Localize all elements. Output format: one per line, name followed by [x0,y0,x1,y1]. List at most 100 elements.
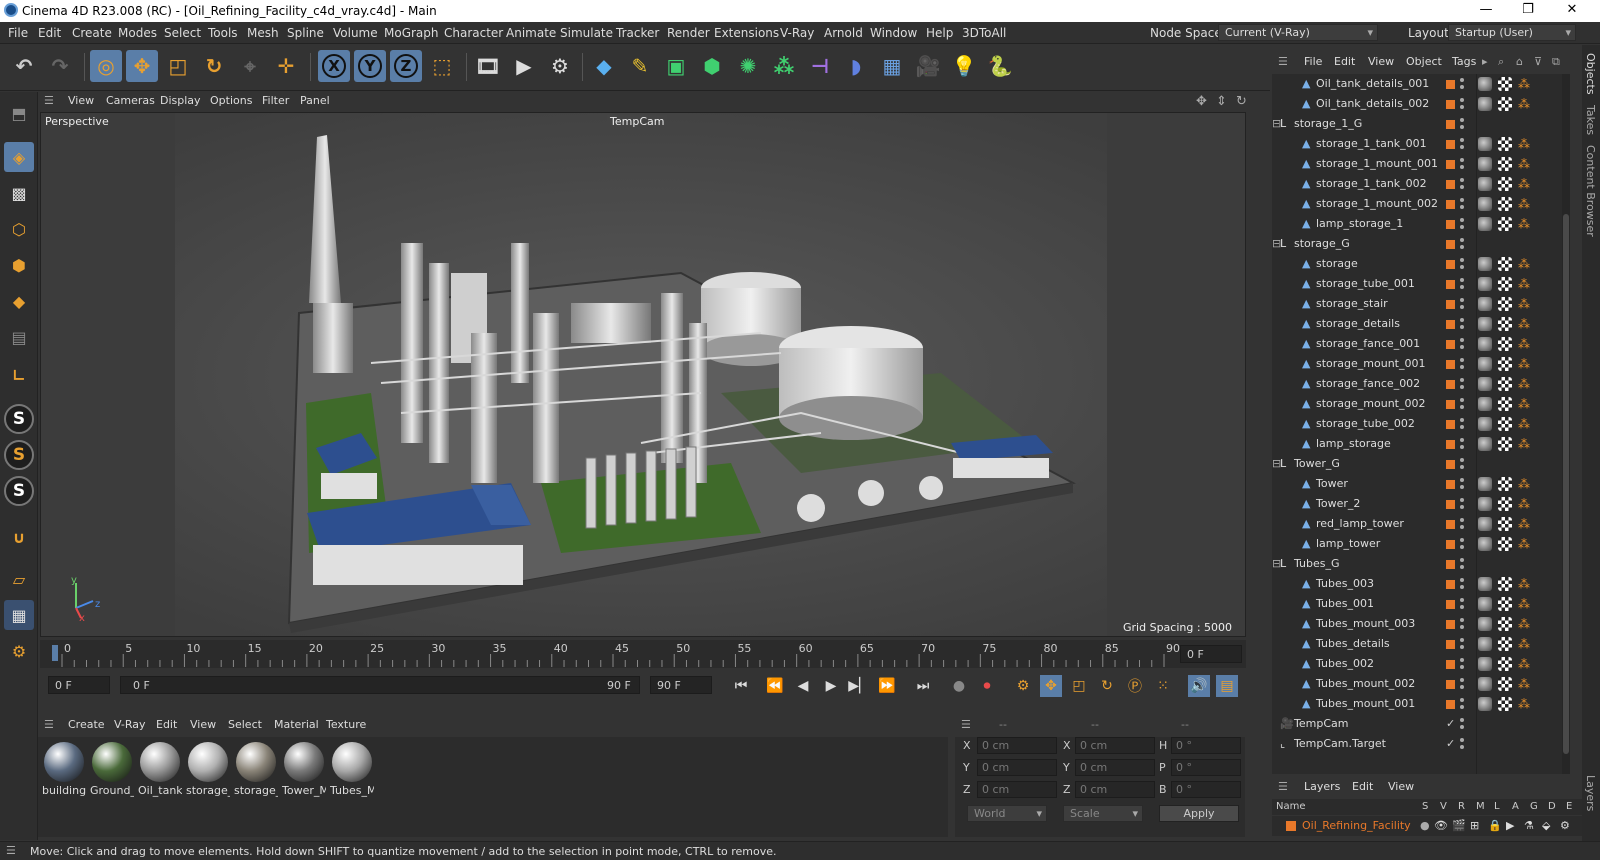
object-row[interactable]: ▲ storage_1_mount_001 ⁂ [1272,154,1562,174]
texture-mode-icon[interactable]: ▩ [4,178,34,208]
visibility-dots-icon[interactable] [1460,718,1464,730]
object-name[interactable]: lamp_tower [1316,537,1380,550]
object-row[interactable]: ▲ storage_1_tank_002 ⁂ [1272,174,1562,194]
material-tag-icon[interactable]: ⁂ [1518,157,1532,171]
phong-tag-icon[interactable] [1478,497,1492,511]
visibility-dots-icon[interactable] [1460,678,1464,690]
visibility-dots-icon[interactable] [1460,538,1464,550]
coordinates-hamburger-icon[interactable]: ☰ [961,718,971,731]
menu-extensions[interactable]: Extensions [714,26,779,40]
uv-mode-icon[interactable]: ▤ [4,322,34,352]
object-name[interactable]: Tubes_mount_003 [1316,617,1415,630]
render-settings-icon[interactable]: ⚙ [544,50,576,82]
phong-tag-icon[interactable] [1478,517,1492,531]
layout-dropdown[interactable]: Startup (User) [1448,24,1576,41]
viewport-rotate-icon[interactable]: ↻ [1236,94,1247,109]
rot-p-field[interactable]: 0 ° [1171,759,1241,776]
menu-render[interactable]: Render [667,26,710,40]
redo-icon[interactable]: ↷ [44,50,76,82]
phong-tag-icon[interactable] [1478,217,1492,231]
visibility-dots-icon[interactable] [1460,258,1464,270]
object-name[interactable]: storage_details [1316,317,1400,330]
object-name[interactable]: TempCam.Target [1294,737,1386,750]
autokey-icon[interactable]: ⏺ [976,675,998,697]
objects-menu-file[interactable]: File [1304,55,1322,68]
uvw-tag-icon[interactable] [1498,577,1512,591]
object-row[interactable]: ▲ storage_mount_001 ⁂ [1272,354,1562,374]
object-name[interactable]: storage [1316,257,1358,270]
object-row[interactable]: ▲ Tubes_002 ⁂ [1272,654,1562,674]
next-key-icon[interactable]: ⏩ [876,675,898,697]
material-tag-icon[interactable]: ⁂ [1518,197,1532,211]
timeline-window-icon[interactable]: ▤ [1216,675,1238,697]
phong-tag-icon[interactable] [1478,677,1492,691]
uvw-tag-icon[interactable] [1498,537,1512,551]
material-menu-vray[interactable]: V-Ray [114,718,146,731]
phong-tag-icon[interactable] [1478,257,1492,271]
material-hamburger-icon[interactable]: ☰ [44,718,54,731]
layer-color-icon[interactable] [1446,560,1455,569]
uvw-tag-icon[interactable] [1498,197,1512,211]
mograph-icon[interactable]: ⁂ [768,50,800,82]
object-list-scrollbar[interactable] [1562,74,1570,774]
phong-tag-icon[interactable] [1478,177,1492,191]
tab-content-browser[interactable]: Content Browser [1584,145,1597,237]
material-item[interactable]: Tubes_M [330,742,374,797]
layer-color-icon[interactable] [1446,460,1455,469]
viewport-menu-panel[interactable]: Panel [300,94,330,107]
object-row[interactable]: ▲ Tubes_details ⁂ [1272,634,1562,654]
object-row[interactable]: ▲ storage_1_tank_001 ⁂ [1272,134,1562,154]
layer-row[interactable]: Oil_Refining_Facility ● 👁 🎬 ⊞ 🔒 ▶ ⚗ ⬙ ⚙ [1272,816,1582,836]
uvw-tag-icon[interactable] [1498,97,1512,111]
objects-menu-object[interactable]: Object [1406,55,1442,68]
layers-menu-layers[interactable]: Layers [1304,780,1340,793]
phong-tag-icon[interactable] [1478,377,1492,391]
locked-workplane-icon[interactable]: ▦ [4,600,34,630]
material-tag-icon[interactable]: ⁂ [1518,177,1532,191]
object-name[interactable]: Tubes_mount_001 [1316,697,1415,710]
object-row[interactable]: ▲ red_lamp_tower ⁂ [1272,514,1562,534]
close-button[interactable]: ✕ [1562,2,1582,20]
field-icon[interactable]: ◗ [840,50,872,82]
material-menu-texture[interactable]: Texture [326,718,366,731]
material-tag-icon[interactable]: ⁂ [1518,437,1532,451]
phong-tag-icon[interactable] [1478,577,1492,591]
object-row[interactable]: ⊟ Lstorage_1_G [1272,114,1562,134]
layer-color-icon[interactable] [1446,640,1455,649]
object-row[interactable]: ▲ lamp_storage ⁂ [1272,434,1562,454]
object-name[interactable]: storage_1_tank_002 [1316,177,1427,190]
layer-generators-icon[interactable]: ⚗ [1524,819,1534,832]
phong-tag-icon[interactable] [1478,317,1492,331]
visibility-dots-icon[interactable] [1460,698,1464,710]
object-name[interactable]: storage_1_G [1294,117,1362,130]
rot-b-field[interactable]: 0 ° [1171,781,1241,798]
python-icon[interactable]: 🐍 [984,50,1016,82]
layer-name[interactable]: Oil_Refining_Facility [1302,819,1411,832]
material-tag-icon[interactable]: ⁂ [1518,497,1532,511]
tab-takes[interactable]: Takes [1584,105,1597,135]
uvw-tag-icon[interactable] [1498,377,1512,391]
uvw-tag-icon[interactable] [1498,297,1512,311]
object-row[interactable]: ▲ storage_fance_002 ⁂ [1272,374,1562,394]
object-row[interactable]: ▲ storage_details ⁂ [1272,314,1562,334]
material-tag-icon[interactable]: ⁂ [1518,597,1532,611]
menu-animate[interactable]: Animate [506,26,556,40]
object-name[interactable]: storage_tube_002 [1316,417,1415,430]
move-tool-icon[interactable]: ✥ [126,50,158,82]
viewport-move-icon[interactable]: ✥ [1196,94,1207,109]
visibility-dots-icon[interactable] [1460,138,1464,150]
timeline-ruler[interactable]: 0 5 10 15 20 25 30 35 40 45 50 55 60 65 70 75 80 85 90 0 F [40,640,1246,668]
size-z-field[interactable]: 0 cm [1075,781,1155,798]
menu-file[interactable]: File [8,26,28,40]
range-slider[interactable]: 0 F 90 F [120,676,640,694]
material-menu-select[interactable]: Select [228,718,262,731]
object-row[interactable]: ▲ storage_stair ⁂ [1272,294,1562,314]
material-menu-edit[interactable]: Edit [156,718,177,731]
object-name[interactable]: storage_1_mount_001 [1316,157,1438,170]
object-name[interactable]: Tower_2 [1316,497,1360,510]
material-tag-icon[interactable]: ⁂ [1518,337,1532,351]
menu-simulate[interactable]: Simulate [560,26,613,40]
phong-tag-icon[interactable] [1478,697,1492,711]
uvw-tag-icon[interactable] [1498,177,1512,191]
menu-edit[interactable]: Edit [38,26,61,40]
